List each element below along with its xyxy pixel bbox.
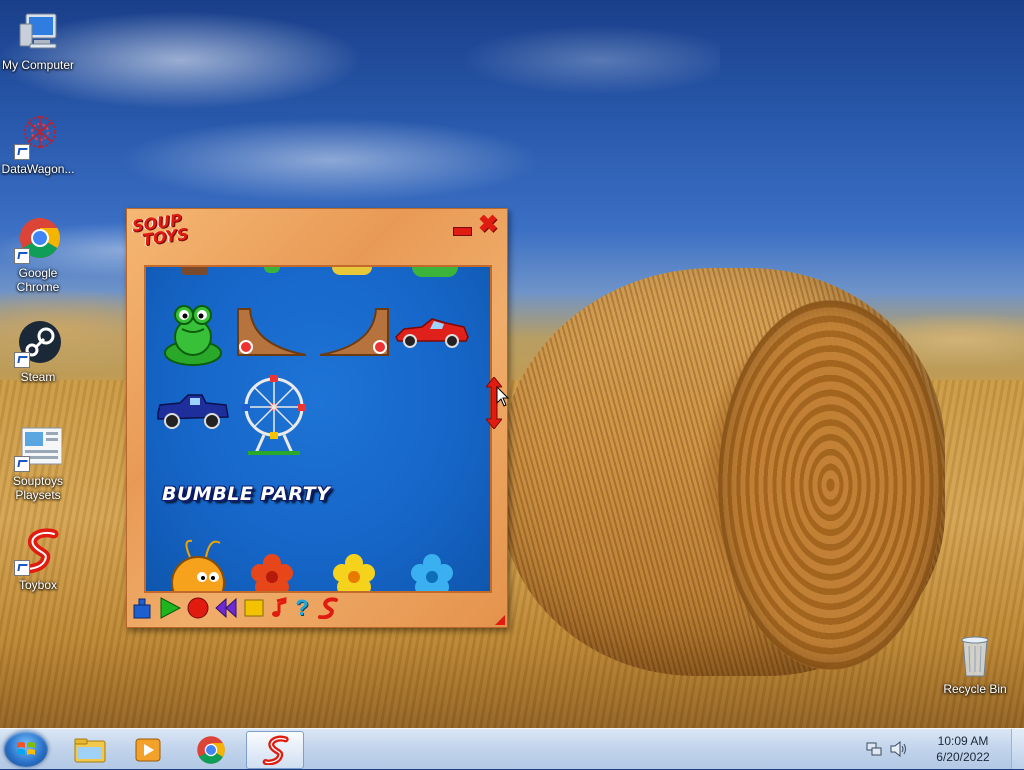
- resize-grip[interactable]: [495, 615, 505, 625]
- windows-logo-icon: [16, 740, 36, 758]
- taskbar-explorer[interactable]: [62, 731, 118, 767]
- shortcut-arrow-icon: [14, 456, 30, 472]
- souptoys-toolbar: ?: [131, 595, 339, 621]
- clock[interactable]: 10:09 AM 6/20/2022: [928, 733, 998, 765]
- desktop-icon-souptoys-playsets[interactable]: Souptoys Playsets: [0, 424, 76, 502]
- close-button[interactable]: ✖: [477, 213, 499, 237]
- souptoys-window[interactable]: SOUP TOYS ✖ BUMBLE PARTY ?: [126, 208, 508, 628]
- toybox-panel[interactable]: BUMBLE PARTY: [144, 265, 492, 593]
- partial-toy[interactable]: [412, 267, 458, 277]
- taskbar: 10:09 AM 6/20/2022: [0, 728, 1024, 769]
- desktop-icon-label: DataWagon...: [1, 162, 75, 176]
- partial-toy[interactable]: [182, 267, 208, 275]
- datawagon-icon: [14, 112, 62, 160]
- play-icon[interactable]: [159, 597, 182, 619]
- playsets-icon: [14, 424, 63, 472]
- partial-toy[interactable]: [332, 267, 372, 275]
- record-icon[interactable]: [187, 597, 209, 619]
- shortcut-arrow-icon: [14, 248, 30, 264]
- red-flower-toy[interactable]: [250, 553, 294, 591]
- taskbar-chrome[interactable]: [184, 731, 240, 767]
- ramp-right-toy[interactable]: [316, 307, 392, 364]
- taskbar-souptoys[interactable]: [246, 731, 304, 769]
- computer-icon: [14, 8, 62, 56]
- wallpaper-hay-bale-face: [718, 300, 943, 670]
- start-button[interactable]: [4, 731, 48, 767]
- clock-date: 6/20/2022: [936, 750, 990, 764]
- red-car-toy[interactable]: [394, 317, 470, 354]
- stop-icon[interactable]: [243, 597, 265, 619]
- steam-icon: [14, 320, 62, 368]
- minimize-button[interactable]: [453, 227, 472, 236]
- desktop-icon-google-chrome[interactable]: Google Chrome: [0, 216, 76, 294]
- shortcut-arrow-icon: [14, 144, 30, 160]
- desktop-icon-datawagon[interactable]: DataWagon...: [0, 112, 76, 176]
- ramp-left-toy[interactable]: [234, 307, 310, 364]
- desktop-icon-toybox[interactable]: Toybox: [0, 528, 76, 592]
- desktop-icon-label: Google Chrome: [16, 266, 60, 294]
- explorer-icon: [74, 737, 106, 768]
- taskbar-media-player[interactable]: [120, 731, 176, 767]
- desktop-icon-recycle-bin[interactable]: Recycle Bin: [937, 632, 1013, 696]
- media-player-icon: [134, 737, 162, 768]
- help-icon[interactable]: ?: [293, 597, 311, 619]
- toybox-icon: [14, 528, 62, 576]
- desktop-icon-steam[interactable]: Steam: [0, 320, 76, 384]
- yellow-flower-toy[interactable]: [332, 553, 376, 591]
- bumble-party-banner[interactable]: BUMBLE PARTY: [162, 483, 330, 505]
- show-desktop-button[interactable]: [1011, 729, 1024, 769]
- souptoys-logo: SOUP TOYS: [131, 210, 190, 250]
- chrome-icon: [14, 216, 62, 264]
- chrome-icon: [196, 735, 226, 770]
- shortcut-arrow-icon: [14, 352, 30, 368]
- souptoys-logo-icon[interactable]: [317, 597, 339, 620]
- mouse-cursor-icon: [496, 385, 510, 413]
- volume-icon[interactable]: [890, 740, 908, 762]
- frog-toy[interactable]: [162, 301, 224, 372]
- desktop-icon-label: Recycle Bin: [943, 682, 1007, 696]
- bumble-bee-toy[interactable]: [168, 537, 232, 591]
- network-icon[interactable]: [866, 741, 882, 762]
- clock-time: 10:09 AM: [937, 734, 989, 748]
- souptoys-icon: [259, 735, 291, 770]
- logo-line2: TOYS: [140, 224, 190, 250]
- blue-truck-toy[interactable]: [156, 393, 230, 438]
- desktop-icon-label: Toybox: [18, 578, 58, 592]
- ferris-wheel-toy[interactable]: [242, 375, 306, 462]
- desktop-icon-label: Souptoys Playsets: [12, 474, 64, 502]
- blue-flower-toy[interactable]: [410, 553, 454, 591]
- robot-tool-icon[interactable]: [131, 597, 153, 619]
- desktop-icon-label: My Computer: [1, 58, 75, 72]
- desktop-icon-label: Steam: [20, 370, 56, 384]
- partial-toy[interactable]: [264, 267, 280, 273]
- desktop-icon-my-computer[interactable]: My Computer: [0, 8, 76, 72]
- music-icon[interactable]: [271, 597, 287, 619]
- rewind-icon[interactable]: [215, 597, 237, 619]
- shortcut-arrow-icon: [14, 560, 30, 576]
- recycle-bin-icon: [951, 632, 999, 680]
